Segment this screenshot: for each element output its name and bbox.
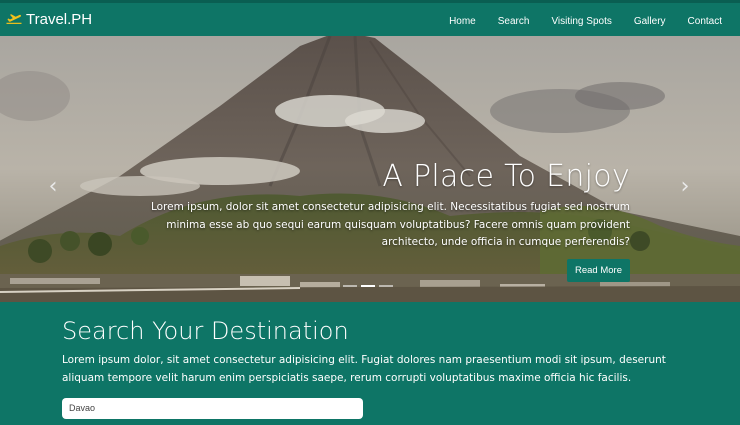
hero-title: A Place To Enjoy — [382, 159, 630, 194]
brand-link[interactable]: Travel.PH — [5, 10, 92, 28]
carousel-indicator[interactable] — [379, 285, 393, 287]
carousel-caption: A Place To Enjoy Lorem ipsum, dolor sit … — [110, 160, 630, 252]
carousel-prev-button[interactable]: ‹ — [43, 176, 63, 198]
carousel-indicator[interactable] — [361, 285, 375, 287]
search-title: Search Your Destination — [62, 317, 349, 345]
nav-item-search[interactable]: Search — [498, 16, 530, 27]
airplane-icon — [6, 14, 22, 24]
nav-item-home[interactable]: Home — [449, 16, 476, 27]
carousel-indicator[interactable] — [343, 285, 357, 287]
brand-name: Travel.PH — [26, 10, 93, 28]
nav-item-gallery[interactable]: Gallery — [634, 16, 666, 27]
nav-menu: Home Search Visiting Spots Gallery Conta… — [449, 3, 740, 39]
read-more-button[interactable]: Read More — [567, 259, 630, 282]
chevron-right-icon: › — [680, 174, 690, 199]
hero-text: Lorem ipsum, dolor sit amet consectetur … — [150, 201, 630, 248]
carousel-next-button[interactable]: › — [675, 176, 695, 198]
search-section: Search Your Destination Lorem ipsum dolo… — [62, 316, 682, 419]
carousel-indicators — [343, 285, 393, 287]
nav-item-contact[interactable]: Contact — [688, 16, 722, 27]
search-input[interactable] — [62, 397, 363, 419]
search-description: Lorem ipsum dolor, sit amet consectetur … — [62, 354, 666, 384]
navbar: Travel.PH Home Search Visiting Spots Gal… — [0, 0, 740, 36]
nav-item-visiting-spots[interactable]: Visiting Spots — [551, 16, 611, 27]
chevron-left-icon: ‹ — [48, 174, 58, 199]
